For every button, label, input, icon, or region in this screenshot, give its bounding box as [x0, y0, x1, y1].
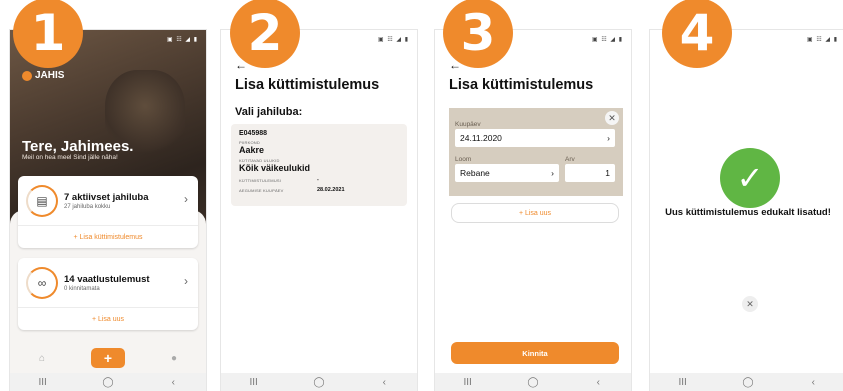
date-value: 24.11.2020	[460, 133, 502, 143]
greeting-subtitle: Meil on hea meel Sind jälle näha!	[22, 154, 118, 161]
permits-card-summary[interactable]: ▤ 7 aktiivset jahiluba 27 jahiluba kokku…	[18, 176, 198, 226]
permits-card[interactable]: ▤ 7 aktiivset jahiluba 27 jahiluba kokku…	[18, 176, 198, 248]
expiry-value: 28.02.2021	[317, 187, 345, 193]
recent-apps-button[interactable]: III	[668, 377, 698, 388]
add-button[interactable]: +	[91, 348, 125, 368]
binoculars-icon: ∞	[26, 267, 58, 299]
screen-title: Lisa küttimistulemus	[235, 77, 380, 93]
home-nav-button[interactable]: ◯	[304, 377, 334, 388]
permit-id: E045988	[239, 130, 268, 137]
permit-card-icon: ▤	[26, 185, 58, 217]
add-new-button[interactable]: + Lisa uus	[451, 203, 619, 223]
android-nav-bar: III ◯ ‹	[650, 373, 843, 391]
home-nav-button[interactable]: ◯	[733, 377, 763, 388]
count-label: Arv	[565, 156, 575, 163]
step-1-badge: 1	[13, 0, 83, 68]
animal-label: Loom	[455, 156, 472, 163]
step-3-badge: 3	[443, 0, 513, 68]
recent-apps-button[interactable]: III	[239, 377, 269, 388]
observations-card[interactable]: ∞ 14 vaatlustulemust 0 kinnitamata › + L…	[18, 258, 198, 330]
bottom-tab-bar: ⌂ + ●	[10, 343, 206, 373]
phone-success-screen: ▣ ☷ ◢ ▮ ✓ Uus küttimistulemus edukalt li…	[650, 30, 843, 391]
phone-home-screen: ▣ ☷ ◢ ▮ JAHIS Tere, Jahimees. Meil on he…	[10, 30, 206, 391]
back-nav-button[interactable]: ‹	[798, 377, 828, 388]
expiry-row: AEGUMISE KUUPÄEV 28.02.2021	[239, 187, 399, 193]
confirm-button[interactable]: Kinnita	[451, 342, 619, 364]
status-icons: ▣ ☷ ◢ ▮	[167, 37, 198, 43]
greeting-title: Tere, Jahimees.	[22, 138, 134, 155]
expiry-label: AEGUMISE KUUPÄEV	[239, 187, 284, 193]
results-row: KÜTTIMISTULEMUSI -	[239, 177, 399, 183]
step-4-badge: 4	[662, 0, 732, 68]
date-label: Kuupäev	[455, 121, 481, 128]
chevron-right-icon: ›	[184, 192, 188, 206]
back-nav-button[interactable]: ‹	[158, 377, 188, 388]
status-icons: ▣ ☷ ◢ ▮	[807, 37, 838, 43]
observations-card-title: 14 vaatlustulemust	[64, 274, 150, 285]
android-nav-bar: III ◯ ‹	[10, 373, 206, 391]
observations-card-subtitle: 0 kinnitamata	[64, 286, 100, 292]
home-nav-button[interactable]: ◯	[518, 377, 548, 388]
choose-permit-heading: Vali jahiluba:	[235, 106, 303, 118]
animal-value: Rebane	[460, 168, 490, 178]
screen-title: Lisa küttimistulemus	[449, 77, 594, 93]
home-nav-button[interactable]: ◯	[93, 377, 123, 388]
chevron-right-icon: ›	[607, 133, 610, 143]
close-icon[interactable]: ✕	[742, 296, 758, 312]
step-2-badge: 2	[230, 0, 300, 68]
permits-card-subtitle: 27 jahiluba kokku	[64, 204, 111, 210]
add-harvest-link[interactable]: + Lisa küttimistulemus	[18, 226, 198, 248]
logo-mark-icon	[22, 70, 32, 81]
results-label: KÜTTIMISTULEMUSI	[239, 177, 282, 183]
area-value: Aakre	[239, 145, 265, 155]
android-nav-bar: III ◯ ‹	[221, 373, 417, 391]
profile-icon[interactable]: ●	[159, 353, 189, 364]
permits-card-title: 7 aktiivset jahiluba	[64, 192, 149, 203]
brand-name: JAHIS	[35, 70, 65, 81]
app-logo: JAHIS	[22, 70, 64, 81]
back-nav-button[interactable]: ‹	[583, 377, 613, 388]
close-icon[interactable]: ✕	[605, 111, 619, 125]
success-message: Uus küttimistulemus edukalt lisatud!	[665, 207, 831, 218]
date-field[interactable]: 24.11.2020 ›	[455, 129, 615, 147]
back-nav-button[interactable]: ‹	[369, 377, 399, 388]
checkmark-icon: ✓	[720, 148, 780, 208]
chevron-right-icon: ›	[551, 168, 554, 178]
android-nav-bar: III ◯ ‹	[435, 373, 631, 391]
chevron-right-icon: ›	[184, 274, 188, 288]
phone-choose-permit-screen: ▣ ☷ ◢ ▮ ← Lisa küttimistulemus Vali jahi…	[221, 30, 417, 391]
status-icons: ▣ ☷ ◢ ▮	[378, 37, 409, 43]
animal-field[interactable]: Rebane ›	[455, 164, 559, 182]
phone-harvest-form-screen: ▣ ☷ ◢ ▮ ← Lisa küttimistulemus ✕ Kuupäev…	[435, 30, 631, 391]
observations-card-summary[interactable]: ∞ 14 vaatlustulemust 0 kinnitamata ›	[18, 258, 198, 308]
harvest-entry-form: ✕ Kuupäev 24.11.2020 › Loom Rebane › Arv…	[449, 108, 623, 196]
add-observation-link[interactable]: + Lisa uus	[18, 308, 198, 330]
recent-apps-button[interactable]: III	[28, 377, 58, 388]
species-value: Kõik väikeulukid	[239, 163, 311, 173]
permit-card[interactable]: E045988 PIIRKOND Aakre KÜTITAVAD ULUKID …	[231, 124, 407, 206]
home-icon[interactable]: ⌂	[27, 353, 57, 364]
count-field[interactable]: 1	[565, 164, 615, 182]
count-value: 1	[605, 168, 610, 178]
recent-apps-button[interactable]: III	[453, 377, 483, 388]
results-value: -	[317, 177, 319, 183]
status-icons: ▣ ☷ ◢ ▮	[592, 37, 623, 43]
